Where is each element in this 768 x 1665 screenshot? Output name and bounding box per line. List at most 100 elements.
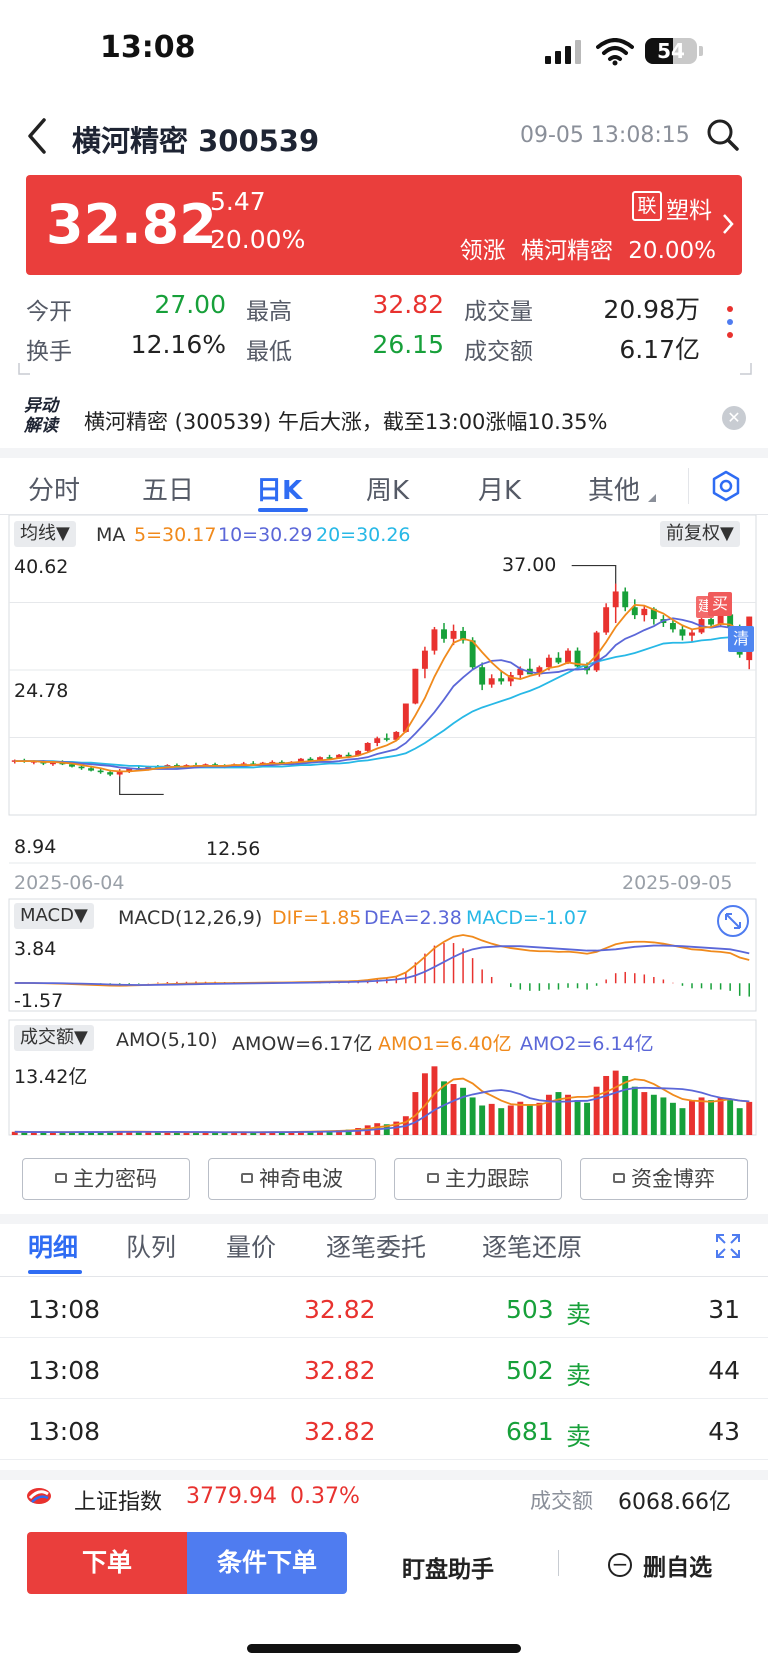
candle-body [107, 772, 114, 775]
status-time: 13:08 [100, 30, 196, 65]
price-banner[interactable]: 32.82 5.47 20.00% 联 塑料 领涨 横河精密 20.00% [26, 175, 742, 275]
amo-bar [708, 1100, 715, 1135]
close-icon[interactable]: ✕ [722, 406, 746, 430]
expand-icon[interactable] [716, 904, 750, 938]
chart-tab[interactable]: 周K [366, 470, 409, 507]
detail-tab[interactable]: 量价 [226, 1228, 276, 1264]
watch-assistant-button[interactable]: 盯盘助手 [402, 1550, 494, 1584]
macd-selector[interactable]: MACD▼ [14, 903, 94, 929]
amo-selector[interactable]: 成交额▼ [14, 1025, 94, 1051]
chart-tab[interactable]: 其他 [588, 470, 640, 507]
detail-tab[interactable]: 明细 [28, 1228, 78, 1264]
trade-time: 13:08 [28, 1417, 101, 1446]
detail-tab[interactable]: 队列 [126, 1228, 176, 1264]
trade-price: 32.82 [304, 1295, 376, 1324]
candle-body [603, 607, 610, 633]
trade-count: 44 [708, 1356, 740, 1385]
trade-price: 32.82 [304, 1417, 376, 1446]
trade-count: 31 [708, 1295, 740, 1324]
candle-body [412, 668, 419, 704]
trade-price: 32.82 [304, 1356, 376, 1385]
ma5-line [14, 603, 750, 773]
chart-tab[interactable]: 五日 [142, 470, 194, 507]
tool-button[interactable]: 神奇电波 [208, 1158, 376, 1200]
candle-body [364, 742, 371, 751]
low-leader [119, 776, 164, 796]
candle-body [622, 591, 629, 608]
macd-value: MACD=-1.07 [466, 907, 589, 929]
amo-bar [603, 1075, 610, 1135]
amo-bar [460, 1087, 467, 1135]
amo-bar [574, 1100, 581, 1135]
detail-tab-indicator [28, 1270, 82, 1274]
stat-label: 成交额 [464, 339, 533, 365]
detail-tab[interactable]: 逐笔还原 [482, 1228, 582, 1264]
candle-body [374, 738, 381, 743]
stat-value: 27.00 [154, 290, 226, 319]
divider [0, 448, 768, 458]
stat-label: 成交量 [464, 299, 533, 325]
trade-row: 13:08 32.82 502 卖 44 [0, 1339, 768, 1399]
trade-time: 13:08 [28, 1295, 101, 1324]
candle-body [669, 623, 676, 630]
trade-side: 卖 [566, 1361, 592, 1390]
remove-watchlist-button[interactable]: − 删自选 [608, 1548, 712, 1581]
lock-icon [241, 1173, 253, 1183]
high-label: 37.00 [502, 554, 557, 576]
home-indicator [247, 1644, 521, 1653]
order-button[interactable]: 下单 [27, 1532, 187, 1594]
dif-line [14, 934, 750, 987]
tab-indicator [258, 508, 308, 512]
stat-value: 12.16% [130, 330, 226, 359]
news-headline[interactable]: 横河精密 (300539) 午后大涨，截至13:00涨幅10.35% [84, 406, 608, 436]
turnover-value: 6068.66亿 [618, 1490, 731, 1515]
battery-icon: 54 [645, 38, 697, 64]
amo-bar [526, 1105, 533, 1135]
divider [0, 1214, 768, 1224]
stat-value: 6.17亿 [619, 335, 700, 364]
detail-tab[interactable]: 逐笔委托 [326, 1228, 426, 1264]
lead-stock: 横河精密 [520, 238, 613, 264]
chart-tab[interactable]: 月K [478, 470, 521, 507]
stock-title: 横河精密 300539 [72, 124, 320, 158]
search-icon[interactable] [706, 118, 740, 152]
amo2-line [14, 1086, 750, 1134]
index-name[interactable]: 上证指数 [74, 1484, 162, 1516]
candle-body [565, 650, 571, 663]
buy-mark[interactable]: 买 [708, 592, 732, 616]
news-tag: 异动 解读 [24, 396, 58, 436]
tool-button[interactable]: 主力跟踪 [394, 1158, 562, 1200]
settings-icon[interactable] [710, 470, 742, 502]
candle-body [383, 738, 390, 740]
macd-max-label: 3.84 [14, 938, 57, 960]
more-icon[interactable] [722, 302, 738, 342]
minus-circle-icon: − [608, 1553, 632, 1577]
amo-bar [727, 1100, 734, 1135]
lead-label: 领涨 [459, 238, 506, 264]
divider [0, 1470, 768, 1480]
amo-bar [679, 1108, 686, 1135]
sector-name[interactable]: 塑料 [666, 191, 712, 225]
wifi-icon [596, 38, 634, 66]
conditional-order-button[interactable]: 条件下单 [187, 1532, 347, 1594]
fullscreen-icon[interactable] [714, 1232, 742, 1260]
divider [688, 468, 689, 504]
tool-button[interactable]: 主力密码 [22, 1158, 190, 1200]
amo-bar [641, 1092, 648, 1135]
sector-badge: 联 [632, 191, 662, 221]
amo-bar [650, 1094, 657, 1135]
adjust-selector[interactable]: 前复权▼ [660, 521, 740, 547]
ma-selector[interactable]: 均线▼ [14, 521, 76, 547]
back-icon[interactable] [24, 116, 50, 156]
ma5-value: 5=30.17 [134, 524, 217, 546]
tool-button[interactable]: 资金博弈 [580, 1158, 748, 1200]
lock-icon [55, 1173, 67, 1183]
dif-value: DIF=1.85 [272, 907, 362, 929]
chart-tab[interactable]: 日K [256, 470, 302, 507]
stat-value: 20.98万 [603, 295, 700, 324]
y-max-label: 40.62 [14, 556, 69, 578]
clear-mark[interactable]: 清 [728, 626, 754, 652]
candle-body [88, 768, 95, 771]
candle-body [488, 678, 495, 685]
chart-tab[interactable]: 分时 [28, 470, 80, 507]
